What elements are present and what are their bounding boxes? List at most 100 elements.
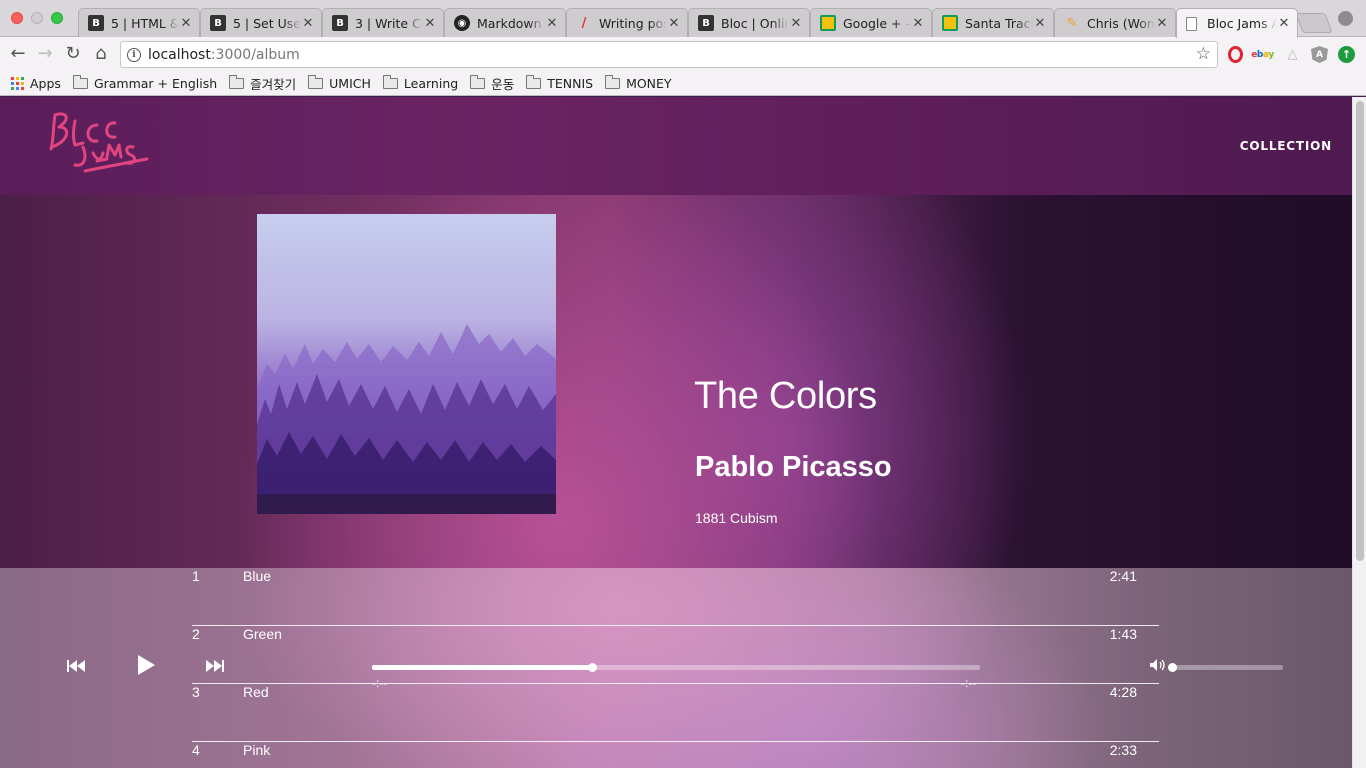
tab-close-icon[interactable]: ✕	[1033, 16, 1047, 31]
folder-icon	[229, 75, 245, 89]
song-number: 2	[192, 626, 200, 642]
browser-tab[interactable]: B 5 | Set User Expectations✕	[200, 8, 322, 37]
tab-close-icon[interactable]: ✕	[179, 16, 193, 31]
previous-track-icon[interactable]	[66, 659, 86, 673]
window-minimize-button[interactable]	[31, 12, 43, 24]
album-artist: Pablo Picasso	[695, 451, 892, 483]
bookmark-label: 운동	[491, 77, 515, 92]
song-duration: 1:43	[1109, 626, 1137, 642]
url-host: localhost	[148, 46, 211, 63]
browser-tab[interactable]: / Writing posts✕	[566, 8, 688, 37]
google-sheets-icon	[820, 15, 836, 31]
tab-close-icon[interactable]: ✕	[423, 16, 437, 31]
bookmark-item[interactable]: Grammar + English	[72, 75, 218, 91]
angular-icon[interactable]: A	[1311, 46, 1328, 63]
ebay-icon[interactable]: ebay	[1251, 46, 1274, 63]
bookmark-label: Grammar + English	[93, 76, 218, 91]
app-navbar: COLLECTION	[0, 97, 1352, 195]
song-duration: 4:28	[1109, 684, 1137, 700]
browser-tab[interactable]: Santa Tracker✕	[932, 8, 1054, 37]
folder-icon	[470, 75, 486, 89]
google-sheets-icon	[942, 15, 958, 31]
bloc-b-icon: B	[88, 15, 104, 31]
tab-title: Bloc | Online Bootcamps	[721, 15, 789, 31]
forward-arrow-icon[interactable]: →	[34, 43, 56, 65]
tab-title: Chris (Wonsuk)	[1087, 15, 1155, 31]
bloc-jams-logo[interactable]	[45, 109, 155, 179]
tab-close-icon[interactable]: ✕	[667, 16, 681, 31]
page-scrollbar[interactable]	[1352, 97, 1366, 768]
album-release-info: 1881 Cubism	[695, 510, 778, 526]
folder-icon	[526, 75, 542, 89]
play-icon[interactable]	[136, 654, 156, 676]
opera-icon[interactable]	[1228, 46, 1243, 63]
tab-close-icon[interactable]: ✕	[911, 16, 925, 31]
tab-title: Google + - Bookmarks	[843, 15, 911, 31]
volume-icon[interactable]	[1149, 658, 1167, 672]
home-icon[interactable]: ⌂	[90, 43, 112, 65]
bookmark-item[interactable]: Apps	[11, 76, 61, 91]
song-duration: 2:33	[1109, 742, 1137, 758]
tab-title: 5 | Set User Expectations	[233, 15, 301, 31]
browser-tab[interactable]: ✎ Chris (Wonsuk)✕	[1054, 8, 1176, 37]
folder-icon	[72, 75, 88, 89]
bookmark-item[interactable]: 운동	[470, 74, 514, 93]
bookmark-label: Learning	[403, 76, 459, 91]
seek-bar-thumb[interactable]	[588, 663, 598, 672]
tab-close-icon[interactable]: ✕	[301, 16, 315, 31]
bookmark-item[interactable]: Learning	[382, 75, 459, 91]
folder-icon	[308, 75, 324, 89]
bookmark-item[interactable]: 즐겨찾기	[229, 74, 296, 93]
song-row[interactable]: 1 Blue 2:41	[192, 568, 1159, 626]
drive-icon[interactable]: △	[1284, 46, 1301, 63]
window-close-button[interactable]	[11, 12, 23, 24]
seek-bar[interactable]	[372, 663, 980, 672]
scrollbar-thumb[interactable]	[1356, 101, 1364, 561]
window-zoom-button[interactable]	[51, 12, 63, 24]
song-row[interactable]: 4 Pink 2:33	[192, 742, 1159, 768]
bookmark-item[interactable]: UMICH	[308, 75, 371, 91]
new-tab-button[interactable]	[1295, 13, 1333, 33]
bookmark-item[interactable]: TENNIS	[526, 75, 594, 91]
album-cover-image	[257, 214, 556, 514]
info-icon[interactable]: i	[127, 47, 141, 62]
github-icon: ◉	[454, 15, 470, 31]
song-number: 4	[192, 742, 200, 758]
volume-bar[interactable]	[1168, 663, 1283, 672]
tab-close-icon[interactable]: ✕	[1155, 16, 1169, 31]
reload-icon[interactable]: ↻	[62, 43, 84, 65]
pen-icon: /	[581, 15, 587, 31]
bookmark-label: 즐겨찾기	[250, 77, 297, 92]
tab-close-icon[interactable]: ✕	[1277, 16, 1291, 31]
upload-icon[interactable]: ↑	[1338, 46, 1355, 63]
song-title: Green	[243, 626, 282, 642]
address-bar[interactable]: i localhost:3000/album ☆	[120, 41, 1218, 68]
profile-icon[interactable]	[1338, 11, 1353, 26]
bookmark-star-icon[interactable]: ☆	[1196, 44, 1211, 64]
next-track-icon[interactable]	[205, 659, 225, 673]
volume-bar-thumb[interactable]	[1168, 663, 1177, 672]
current-time: -:--	[372, 676, 388, 690]
bookmark-label: TENNIS	[547, 76, 594, 91]
bloc-b-icon: B	[698, 15, 714, 31]
browser-tab[interactable]: B 3 | Write Cards✕	[322, 8, 444, 37]
collection-link[interactable]: COLLECTION	[1240, 139, 1332, 153]
tab-title: Santa Tracker	[965, 15, 1033, 31]
song-number: 1	[192, 568, 200, 584]
browser-tab-strip: B5 | HTML & CSS✕B5 | Set User Expectatio…	[0, 0, 1366, 38]
browser-tab[interactable]: B Bloc | Online Bootcamps✕	[688, 8, 810, 37]
browser-tab[interactable]: ◉ Markdown Cheatsheet✕	[444, 8, 566, 37]
tab-close-icon[interactable]: ✕	[545, 16, 559, 31]
bookmarks-bar: Apps Grammar + English 즐겨찾기 UMICH Learning 운동…	[0, 72, 1366, 96]
browser-tab[interactable]: Google + - Bookmarks✕	[810, 8, 932, 37]
song-row[interactable]: 3 Red 4:28	[192, 684, 1159, 742]
player-bar: -:-- -:--	[0, 650, 1352, 690]
browser-tab[interactable]: Bloc Jams Album✕	[1176, 8, 1298, 38]
folder-icon	[605, 75, 621, 89]
tab-close-icon[interactable]: ✕	[789, 16, 803, 31]
album-header: The Colors Pablo Picasso 1881 Cubism	[0, 195, 1352, 568]
bookmark-item[interactable]: MONEY	[605, 75, 672, 91]
back-arrow-icon[interactable]: ←	[7, 43, 29, 65]
document-icon	[1186, 16, 1197, 31]
browser-tab[interactable]: B 5 | HTML & CSS✕	[78, 8, 200, 37]
